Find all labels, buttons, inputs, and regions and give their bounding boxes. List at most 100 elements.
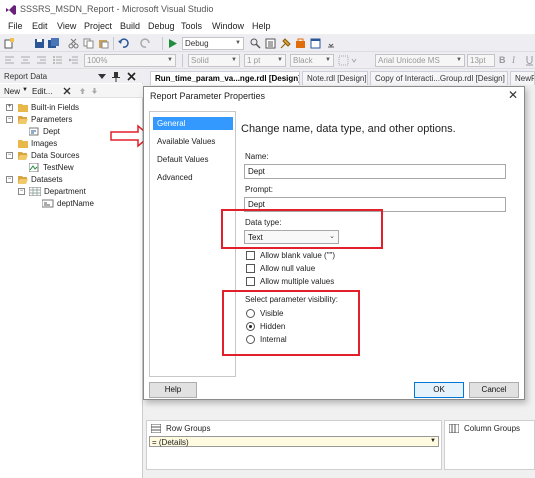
save-icon[interactable]	[34, 38, 45, 49]
nav-default-values[interactable]: Default Values	[153, 153, 233, 166]
chevron-down-icon[interactable]: ▼	[22, 87, 28, 93]
collapse-icon[interactable]: −	[6, 176, 13, 183]
output-window-icon[interactable]	[310, 38, 321, 49]
underline-icon[interactable]	[524, 55, 535, 66]
visibility-highlight	[222, 290, 360, 356]
menu-view[interactable]: View	[57, 21, 76, 31]
new-dropdown[interactable]: New	[4, 87, 20, 96]
cut-icon[interactable]	[68, 38, 79, 49]
align-right-icon[interactable]	[36, 55, 47, 66]
close-icon[interactable]	[127, 72, 136, 81]
tree-item-testnew[interactable]: TestNew	[4, 162, 139, 174]
name-input[interactable]: Dept	[244, 164, 506, 179]
tab-run-time-param[interactable]: Run_time_param_va...nge.rdl [Design]*	[150, 71, 300, 85]
prompt-label: Prompt:	[245, 185, 274, 194]
menu-tools[interactable]: Tools	[181, 21, 202, 31]
tree-item-label: Datasets	[31, 175, 63, 184]
chevron-down-icon[interactable]	[98, 73, 106, 80]
new-project-icon[interactable]	[4, 38, 15, 49]
save-all-icon[interactable]	[48, 38, 59, 49]
tab-note[interactable]: Note.rdl [Design]	[302, 71, 368, 85]
align-center-icon[interactable]	[20, 55, 31, 66]
allow-blank-checkbox[interactable]	[246, 251, 255, 260]
tab-newf[interactable]: NewF	[510, 71, 535, 85]
paste-icon[interactable]	[98, 38, 109, 49]
folder-open-icon	[18, 176, 28, 184]
redo-icon[interactable]	[140, 38, 151, 49]
nav-general[interactable]: General	[153, 117, 233, 130]
folder-open-icon	[18, 116, 28, 124]
ok-button[interactable]: OK	[414, 382, 464, 398]
collapse-icon[interactable]: −	[6, 116, 13, 123]
tab-copy-of-interactive[interactable]: Copy of Interacti...Group.rdl [Design]	[370, 71, 508, 85]
font-family-value: Arial Unicode MS	[378, 56, 440, 65]
toolbar-overflow-icon[interactable]	[327, 39, 335, 50]
font-size-select[interactable]: 13pt	[467, 54, 495, 67]
solution-explorer-icon[interactable]	[265, 38, 276, 49]
move-up-icon[interactable]	[79, 87, 86, 95]
standard-toolbar: Debug ▼	[0, 35, 535, 52]
tree-item-label: Dept	[43, 127, 60, 136]
column-groups-label: Column Groups	[464, 424, 521, 433]
report-data-header: Report Data	[0, 70, 143, 83]
font-family-select[interactable]: Arial Unicode MS ▼	[375, 54, 465, 67]
menu-window[interactable]: Window	[212, 21, 244, 31]
menu-file[interactable]: File	[8, 21, 23, 31]
report-data-toolbar: New ▼ Edit...	[0, 84, 143, 98]
border-style-select[interactable]: Solid ▼	[188, 54, 240, 67]
row-groups-icon	[151, 424, 161, 433]
find-icon[interactable]	[250, 38, 261, 49]
tree-item-deptname[interactable]: deptName	[4, 198, 139, 210]
tree-item-datasets[interactable]: − Datasets	[4, 174, 139, 186]
tree-item-data-sources[interactable]: − Data Sources	[4, 150, 139, 162]
page-heading: Change name, data type, and other option…	[241, 123, 456, 135]
expand-icon[interactable]: +	[6, 104, 13, 111]
dialog-title: Report Parameter Properties	[150, 91, 266, 101]
nav-available-values[interactable]: Available Values	[153, 135, 233, 148]
tree-item-label: Built-in Fields	[31, 103, 80, 112]
edit-button[interactable]: Edit...	[32, 87, 52, 96]
indent-icon[interactable]	[68, 55, 79, 66]
italic-button[interactable]: I	[512, 55, 515, 65]
allow-multiple-checkbox[interactable]	[246, 277, 255, 286]
solution-configuration-select[interactable]: Debug ▼	[182, 37, 244, 50]
properties-icon[interactable]	[280, 38, 291, 49]
allow-multiple-label: Allow multiple values	[260, 277, 335, 286]
tree-item-built-in-fields[interactable]: + Built-in Fields	[4, 102, 139, 114]
details-group[interactable]: = (Details) ▼	[149, 436, 439, 447]
data-type-highlight	[221, 209, 383, 249]
copy-icon[interactable]	[83, 38, 94, 49]
allow-null-checkbox[interactable]	[246, 264, 255, 273]
toolbox-icon[interactable]	[295, 38, 306, 49]
nav-advanced[interactable]: Advanced	[153, 171, 233, 184]
dataset-table-icon	[29, 187, 41, 196]
menu-build[interactable]: Build	[120, 21, 140, 31]
cancel-button[interactable]: Cancel	[469, 382, 519, 398]
zoom-select[interactable]: 100% ▼	[84, 54, 176, 67]
delete-icon[interactable]	[63, 87, 71, 95]
border-color-select[interactable]: Black ▼	[290, 54, 334, 67]
align-left-icon[interactable]	[4, 55, 15, 66]
bullets-icon[interactable]	[52, 55, 63, 66]
zoom-value: 100%	[87, 56, 108, 65]
border-style-value: Solid	[191, 56, 209, 65]
collapse-icon[interactable]: −	[6, 152, 13, 159]
border-width-select[interactable]: 1 pt ▼	[244, 54, 286, 67]
start-debugging-icon[interactable]	[167, 38, 178, 49]
chevron-down-icon: ▼	[277, 57, 283, 63]
bold-button[interactable]: B	[499, 55, 506, 65]
dialog-close-button[interactable]: ✕	[508, 88, 518, 102]
folder-open-icon	[18, 152, 28, 160]
tree-item-department[interactable]: − Department	[4, 186, 139, 198]
border-icon[interactable]	[338, 55, 364, 66]
menu-debug[interactable]: Debug	[148, 21, 175, 31]
help-button[interactable]: Help	[149, 382, 197, 398]
move-down-icon[interactable]	[91, 87, 98, 95]
chevron-down-icon[interactable]: ▼	[430, 438, 436, 444]
menu-edit[interactable]: Edit	[32, 21, 48, 31]
pin-icon[interactable]	[112, 72, 120, 82]
undo-icon[interactable]	[118, 38, 129, 49]
menu-project[interactable]: Project	[84, 21, 112, 31]
collapse-icon[interactable]: −	[18, 188, 25, 195]
menu-help[interactable]: Help	[252, 21, 271, 31]
